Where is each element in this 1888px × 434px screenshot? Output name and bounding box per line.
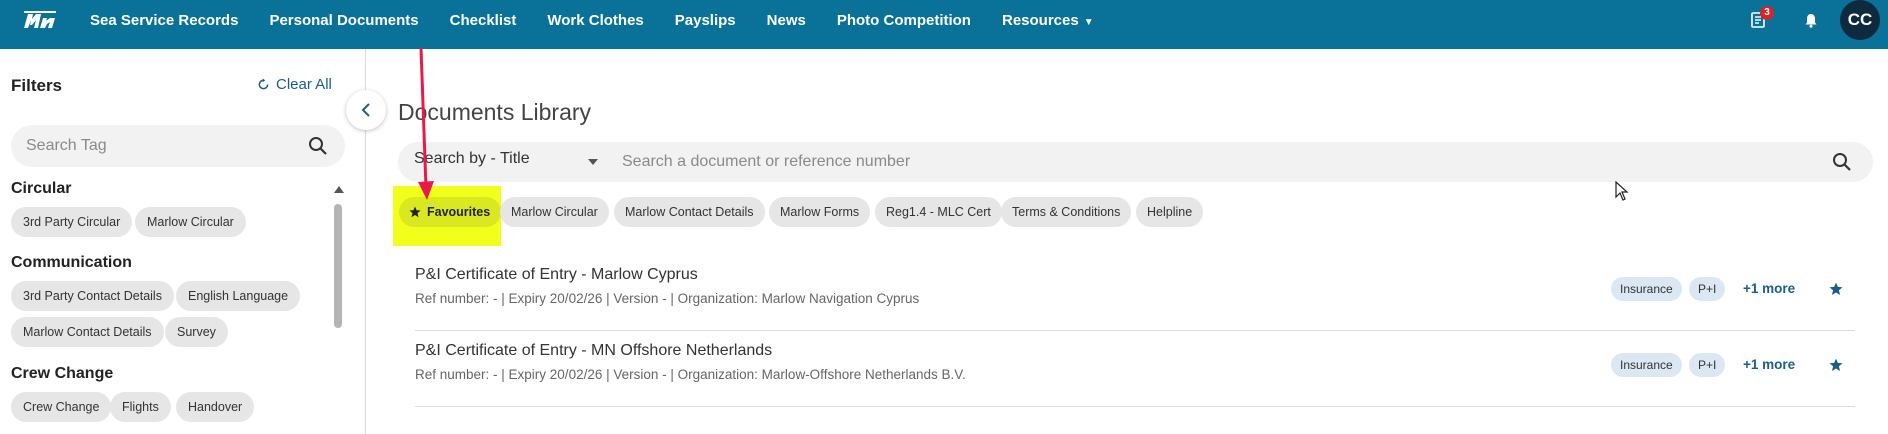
tag-chip[interactable]: 3rd Party Contact Details <box>11 281 174 311</box>
tag-search-input[interactable] <box>26 125 296 167</box>
page-title: Documents Library <box>398 99 592 125</box>
filter-chip[interactable]: Marlow Forms <box>769 197 871 227</box>
document-tag: Insurance <box>1611 353 1682 377</box>
marlow-logo-icon[interactable] <box>22 10 64 30</box>
section-title-communication: Communication <box>11 254 132 271</box>
favourite-star-icon[interactable] <box>1829 282 1843 296</box>
filter-chip[interactable]: Marlow Contact Details <box>614 197 765 227</box>
nav-checklist[interactable]: Checklist <box>450 12 517 29</box>
chevron-left-icon <box>361 103 370 117</box>
sidebar-scrollbar-thumb[interactable] <box>334 204 342 328</box>
tag-chip[interactable]: 3rd Party Circular <box>11 207 133 237</box>
document-title[interactable]: P&I Certificate of Entry - Marlow Cyprus <box>415 266 698 284</box>
caret-down-icon: ▼ <box>1083 17 1094 28</box>
star-icon <box>409 206 421 218</box>
nav-photo-competition[interactable]: Photo Competition <box>837 12 971 29</box>
nav-news[interactable]: News <box>767 12 806 29</box>
document-row[interactable]: P&I Certificate of Entry - MN Offshore N… <box>415 332 1855 407</box>
collapse-sidebar-button[interactable] <box>346 90 386 130</box>
section-title-crew-change: Crew Change <box>11 365 114 382</box>
tag-search-box <box>11 125 345 167</box>
top-navbar: Sea Service Records Personal Documents C… <box>0 0 1888 49</box>
filters-title: Filters <box>11 76 63 95</box>
nav-resources[interactable]: Resources ▼ <box>1002 12 1094 29</box>
favourite-star-icon[interactable] <box>1829 358 1843 372</box>
filter-chip[interactable]: Terms & Conditions <box>1001 197 1132 227</box>
filter-chip[interactable]: Reg1.4 - MLC Cert <box>875 197 1002 227</box>
document-row[interactable]: P&I Certificate of Entry - Marlow Cyprus… <box>415 256 1855 331</box>
tag-chip[interactable]: Crew Change <box>11 392 112 422</box>
bell-icon[interactable] <box>1804 13 1818 28</box>
tag-chip[interactable]: Flights <box>110 392 171 422</box>
document-search-bar: Search by - Title <box>398 142 1873 182</box>
document-meta: Ref number: - | Expiry 20/02/26 | Versio… <box>415 367 966 382</box>
tag-chip[interactable]: Marlow Contact Details <box>11 317 164 347</box>
nav-resources-label: Resources <box>1001 12 1079 29</box>
notification-badge: 3 <box>1760 6 1774 20</box>
tag-chip[interactable]: English Language <box>176 281 301 311</box>
tag-chip[interactable]: Marlow Circular <box>135 207 246 237</box>
filter-chip-label: Favourites <box>427 205 491 219</box>
nav-payslips[interactable]: Payslips <box>675 12 736 29</box>
caret-down-icon[interactable] <box>588 159 598 165</box>
document-tag: P+I <box>1689 353 1726 377</box>
filter-chip-favourites[interactable]: Favourites <box>399 197 502 227</box>
more-tags-link[interactable]: +1 more <box>1743 281 1795 296</box>
document-title[interactable]: P&I Certificate of Entry - MN Offshore N… <box>415 342 772 360</box>
section-title-circular: Circular <box>11 180 72 197</box>
document-search-input[interactable] <box>622 142 1802 182</box>
search-icon[interactable] <box>1832 152 1852 172</box>
more-tags-link[interactable]: +1 more <box>1743 357 1795 372</box>
user-avatar[interactable]: CC <box>1840 0 1880 40</box>
nav-personal-documents[interactable]: Personal Documents <box>269 12 418 29</box>
clear-all-label: Clear All <box>276 76 332 93</box>
tag-chip[interactable]: Survey <box>165 317 228 347</box>
search-icon[interactable] <box>308 136 328 156</box>
search-by-select[interactable]: Search by - Title <box>414 150 530 168</box>
nav-sea-service-records[interactable]: Sea Service Records <box>90 12 238 29</box>
filter-chip[interactable]: Marlow Circular <box>500 197 609 227</box>
scroll-up-arrow-icon[interactable] <box>334 186 344 193</box>
refresh-icon <box>258 78 269 90</box>
document-tag: P+I <box>1689 277 1726 301</box>
nav-work-clothes[interactable]: Work Clothes <box>547 12 643 29</box>
document-meta: Ref number: - | Expiry 20/02/26 | Versio… <box>415 291 920 306</box>
filter-chip[interactable]: Helpline <box>1136 197 1204 227</box>
mouse-cursor-icon <box>1615 181 1629 201</box>
tag-chip[interactable]: Handover <box>176 392 255 422</box>
filters-sidebar: Filters Clear All Circular 3rd Party Cir… <box>0 49 366 434</box>
clear-all-button[interactable]: Clear All <box>257 76 332 93</box>
document-tag: Insurance <box>1611 277 1682 301</box>
main-nav: Sea Service Records Personal Documents C… <box>90 0 1125 41</box>
